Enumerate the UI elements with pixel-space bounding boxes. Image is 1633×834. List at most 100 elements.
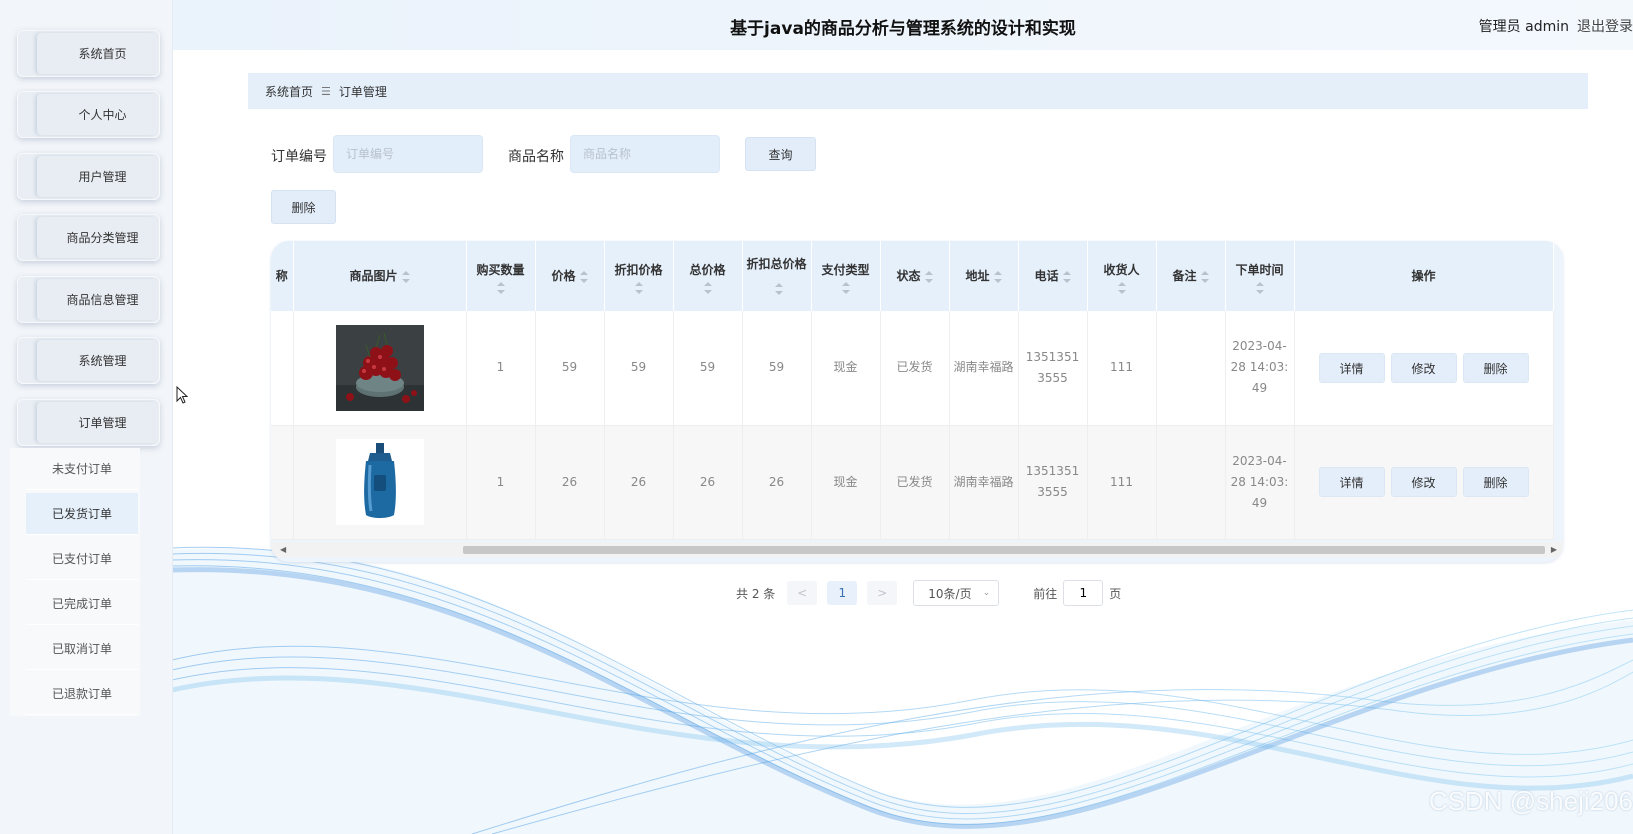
sort-icon[interactable] bbox=[993, 270, 1002, 283]
edit-button[interactable]: 修改 bbox=[1390, 352, 1457, 383]
column-header-label: 购买数量 bbox=[476, 263, 525, 277]
column-header[interactable]: 收货人 bbox=[1087, 241, 1157, 311]
column-header[interactable]: 商品图片 bbox=[293, 241, 467, 311]
sidebar-item-system[interactable]: 系统管理 bbox=[17, 337, 160, 384]
breadcrumb-home[interactable]: 系统首页 bbox=[265, 83, 313, 100]
column-header[interactable]: 总价格 bbox=[673, 241, 743, 311]
column-header[interactable]: 地址 bbox=[949, 241, 1019, 311]
table-cell: 现金 bbox=[811, 425, 881, 540]
table-cell bbox=[1156, 311, 1226, 426]
column-header[interactable]: 折扣价格 bbox=[604, 241, 674, 311]
prev-page-button[interactable]: < bbox=[787, 581, 818, 605]
column-header[interactable]: 下单时间 bbox=[1225, 241, 1295, 311]
sidebar-item-label: 系统首页 bbox=[78, 47, 127, 61]
table-cell: 26 bbox=[535, 425, 605, 540]
table-cell: 26 bbox=[673, 425, 743, 540]
table-cell: 111 bbox=[1087, 425, 1157, 540]
order-no-label: 订单编号 bbox=[271, 149, 327, 165]
column-header-label: 称 bbox=[275, 269, 288, 283]
table-cell: 1 bbox=[466, 425, 536, 540]
column-header-label: 商品图片 bbox=[349, 269, 398, 283]
logout-link[interactable]: 退出登录 bbox=[1577, 19, 1633, 35]
column-header[interactable]: 电话 bbox=[1018, 241, 1088, 311]
sort-icon[interactable] bbox=[1117, 282, 1126, 294]
sort-icon[interactable] bbox=[774, 282, 783, 295]
column-header-label: 下单时间 bbox=[1235, 263, 1284, 277]
bulk-delete-button[interactable]: 删除 bbox=[271, 190, 336, 224]
breadcrumb: 系统首页 ☰ 订单管理 bbox=[248, 73, 1588, 109]
submenu-item-unpaid[interactable]: 未支付订单 bbox=[26, 448, 138, 490]
app-title: 基于java的商品分析与管理系统的设计和实现 bbox=[730, 19, 1076, 39]
column-header-label: 操作 bbox=[1411, 269, 1436, 283]
next-page-button[interactable]: > bbox=[867, 581, 898, 605]
submenu-item-completed[interactable]: 已完成订单 bbox=[26, 583, 138, 625]
sort-icon[interactable] bbox=[924, 270, 933, 283]
column-header-label: 折扣价格 bbox=[614, 263, 663, 277]
order-no-input[interactable] bbox=[333, 135, 483, 173]
column-header[interactable]: 称 bbox=[271, 241, 294, 311]
sort-icon[interactable] bbox=[1200, 270, 1209, 283]
column-header-label: 备注 bbox=[1172, 269, 1197, 283]
scroll-right-icon[interactable]: ▶ bbox=[1551, 545, 1557, 554]
sort-icon[interactable] bbox=[841, 282, 850, 294]
table-cell: 详情 修改 删除 bbox=[1294, 425, 1554, 540]
sort-icon[interactable] bbox=[1255, 282, 1264, 294]
table-cell: 详情 修改 删除 bbox=[1294, 311, 1554, 426]
delete-button[interactable]: 删除 bbox=[1462, 467, 1529, 497]
breadcrumb-separator-icon: ☰ bbox=[321, 84, 331, 98]
sort-icon[interactable] bbox=[401, 270, 410, 283]
cherries-image bbox=[335, 324, 424, 411]
column-header[interactable]: 价格 bbox=[535, 241, 605, 311]
pagination: 共 2 条 < 1 > 10条/页 ⌄ 前往 页 bbox=[736, 580, 1121, 606]
horizontal-scrollbar[interactable]: ◀ ▶ bbox=[271, 542, 1563, 557]
sidebar-item-users[interactable]: 用户管理 bbox=[17, 153, 160, 200]
scrollbar-thumb[interactable] bbox=[463, 546, 1545, 554]
sort-icon[interactable] bbox=[1062, 270, 1071, 283]
sidebar-item-product-info[interactable]: 商品信息管理 bbox=[17, 276, 160, 323]
sort-icon[interactable] bbox=[634, 282, 643, 294]
sort-icon[interactable] bbox=[703, 282, 712, 294]
delete-button[interactable]: 删除 bbox=[1462, 352, 1529, 383]
column-header-label: 状态 bbox=[896, 269, 921, 283]
sidebar-item-label: 用户管理 bbox=[78, 170, 127, 184]
sidebar-item-label: 商品分类管理 bbox=[66, 231, 139, 245]
column-header[interactable]: 备注 bbox=[1156, 241, 1226, 311]
orders-submenu: 未支付订单 已发货订单 已支付订单 已完成订单 已取消订单 已退款订单 bbox=[10, 448, 140, 716]
page-size-select[interactable]: 10条/页 ⌄ bbox=[913, 580, 1000, 606]
sidebar-item-label: 系统管理 bbox=[78, 354, 127, 368]
query-button[interactable]: 查询 bbox=[745, 137, 816, 171]
sidebar-item-product-category[interactable]: 商品分类管理 bbox=[17, 214, 160, 261]
submenu-item-cancelled[interactable]: 已取消订单 bbox=[26, 628, 138, 670]
table-cell bbox=[293, 311, 467, 426]
detail-button[interactable]: 详情 bbox=[1318, 352, 1385, 383]
edit-button[interactable]: 修改 bbox=[1390, 467, 1457, 497]
sidebar-item-orders[interactable]: 订单管理 bbox=[17, 399, 160, 446]
table-cell: 111 bbox=[1087, 311, 1157, 426]
column-header[interactable]: 折扣总价格 bbox=[742, 241, 812, 311]
watermark: CSDN @sheji206 bbox=[1428, 786, 1633, 816]
goto-page-input[interactable] bbox=[1063, 580, 1104, 606]
table-cell bbox=[271, 425, 294, 540]
submenu-item-shipped[interactable]: 已发货订单 bbox=[26, 493, 138, 535]
column-header[interactable]: 状态 bbox=[880, 241, 950, 311]
sort-icon[interactable] bbox=[579, 270, 588, 283]
table-cell: 59 bbox=[604, 311, 674, 426]
table-cell: 59 bbox=[673, 311, 743, 426]
sidebar-item-home[interactable]: 系统首页 bbox=[17, 30, 160, 77]
column-header[interactable]: 支付类型 bbox=[811, 241, 881, 311]
table-cell: 26 bbox=[604, 425, 674, 540]
sidebar-item-label: 订单管理 bbox=[78, 416, 127, 430]
sort-icon[interactable] bbox=[496, 282, 505, 294]
scroll-left-icon[interactable]: ◀ bbox=[280, 545, 286, 554]
table-cell: 2023-04-28 14:03:49 bbox=[1225, 425, 1295, 540]
sidebar-item-label: 个人中心 bbox=[78, 108, 127, 122]
table-cell: 2023-04-28 14:03:49 bbox=[1225, 311, 1295, 426]
product-name-input[interactable] bbox=[570, 135, 720, 173]
column-header[interactable]: 购买数量 bbox=[466, 241, 536, 311]
detail-button[interactable]: 详情 bbox=[1318, 467, 1385, 497]
submenu-item-refunded[interactable]: 已退款订单 bbox=[26, 673, 138, 715]
submenu-item-paid[interactable]: 已支付订单 bbox=[26, 538, 138, 580]
page-number-button[interactable]: 1 bbox=[827, 581, 858, 605]
product-name-label: 商品名称 bbox=[508, 149, 564, 165]
sidebar-item-profile[interactable]: 个人中心 bbox=[17, 91, 160, 138]
